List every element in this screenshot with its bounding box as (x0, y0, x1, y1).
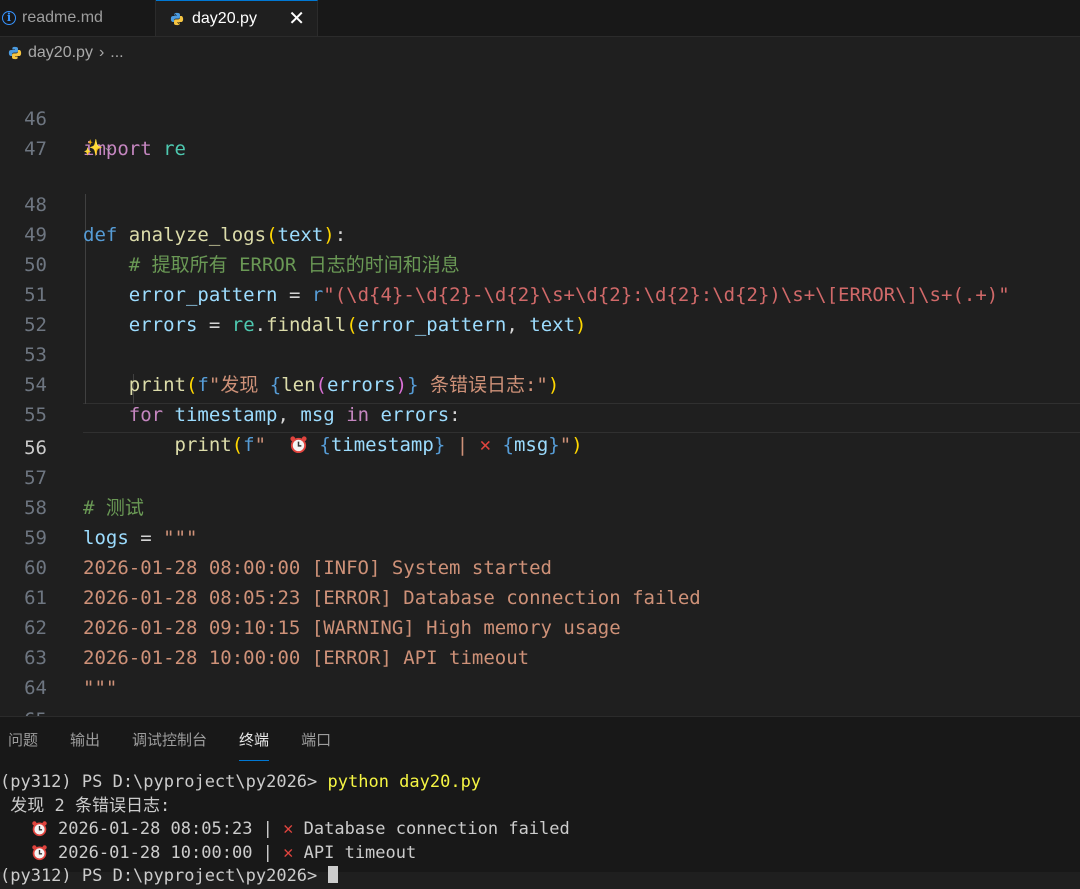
close-icon[interactable]: ✕ (288, 9, 305, 29)
terminal-prompt: (py312) PS D:\pyproject\py2026> (0, 866, 328, 886)
tab-readme[interactable]: i readme.md (0, 0, 156, 36)
code-line: 60 2026-01-28 08:05:23 [ERROR] Database … (0, 523, 1080, 609)
code-line: 61 2026-01-28 09:10:15 [WARNING] High me… (0, 553, 1080, 639)
terminal-line: Database connection failed (303, 819, 570, 839)
code-line: 53 print(f"发现 {len(errors)} 条错误日志:") (0, 310, 1080, 396)
code-line: 46 import re (0, 74, 1080, 160)
code-line: 63 """ (0, 613, 1080, 699)
code-editor[interactable]: 46 import re 47 ✨ ⌵ 48 def analyze_logs(t… (0, 72, 1080, 761)
python-icon (8, 46, 22, 60)
terminal-cursor (327, 866, 338, 883)
tab-output[interactable]: 输出 (70, 717, 115, 761)
code-line: 55 print(f" {timestamp} | ✕ {msg}") (0, 370, 1080, 456)
breadcrumb-file[interactable]: day20.py (28, 44, 93, 62)
cross-mark-icon: ✕ (283, 819, 294, 839)
code-line: 65 analyze_logs(logs) (0, 675, 1080, 761)
alarm-clock-icon (31, 844, 47, 860)
code-line: 50 error_pattern = r"(\d{4}-\d{2}-\d{2}\… (0, 220, 1080, 306)
tab-label: day20.py (192, 9, 257, 27)
code-line: 59 2026-01-28 08:00:00 [INFO] System sta… (0, 493, 1080, 579)
code-line: 64 (0, 643, 1080, 699)
terminal-line: 发现 2 条错误日志: (10, 795, 171, 816)
python-icon (170, 12, 184, 25)
panel-tabs: 问题 输出 调试控制台 终端 端口 (8, 717, 363, 761)
terminal-line: 2026-01-28 08:05:23 | (57, 819, 284, 839)
terminal-line: API timeout (303, 842, 417, 863)
code-line: 52 (0, 280, 1080, 336)
ai-suggestion-icon[interactable]: ✨ ⌵ (83, 134, 112, 160)
chevron-right-icon: › (98, 44, 105, 61)
code-line: 56 (0, 403, 1080, 459)
tab-debug-console[interactable]: 调试控制台 (132, 717, 222, 761)
code-line: 49 # 提取所有 ERROR 日志的时间和消息 (0, 190, 1080, 276)
tab-ports[interactable]: 端口 (301, 717, 346, 761)
tab-terminal[interactable]: 终端 (239, 717, 284, 761)
tab-day20[interactable]: day20.py ✕ (156, 0, 318, 36)
code-line: 51 errors = re.findall(error_pattern, te… (0, 250, 1080, 336)
code-line: 54 for timestamp, msg in errors: (0, 340, 1080, 426)
tab-label: readme.md (22, 9, 103, 26)
bottom-panel: 问题 输出 调试控制台 终端 端口 (py312) PS D:\pyprojec… (0, 716, 1080, 886)
terminal-prompt: (py312) PS D:\pyproject\py2026> (0, 772, 328, 792)
breadcrumb-more[interactable]: ... (110, 44, 123, 62)
code-line: 58 logs = """ (0, 463, 1080, 549)
chevron-down-icon: ⌵ (104, 140, 113, 154)
code-line: 47 (0, 104, 1080, 160)
code-line: 62 2026-01-28 10:00:00 [ERROR] API timeo… (0, 583, 1080, 669)
code-line: 57 # 测试 (0, 433, 1080, 519)
editor-tab-bar: i readme.md day20.py ✕ (0, 0, 1080, 37)
info-icon: i (2, 11, 16, 25)
terminal-line: 2026-01-28 10:00:00 | (57, 842, 284, 863)
tab-problems[interactable]: 问题 (8, 717, 53, 761)
alarm-clock-icon (31, 821, 47, 837)
cross-mark-icon: ✕ (283, 842, 294, 863)
breadcrumb: day20.py › ... (0, 37, 1080, 69)
code-line: 48 def analyze_logs(text): (0, 160, 1080, 246)
terminal-command: python day20.py (327, 772, 482, 792)
sparkle-icon: ✨ (83, 137, 103, 157)
